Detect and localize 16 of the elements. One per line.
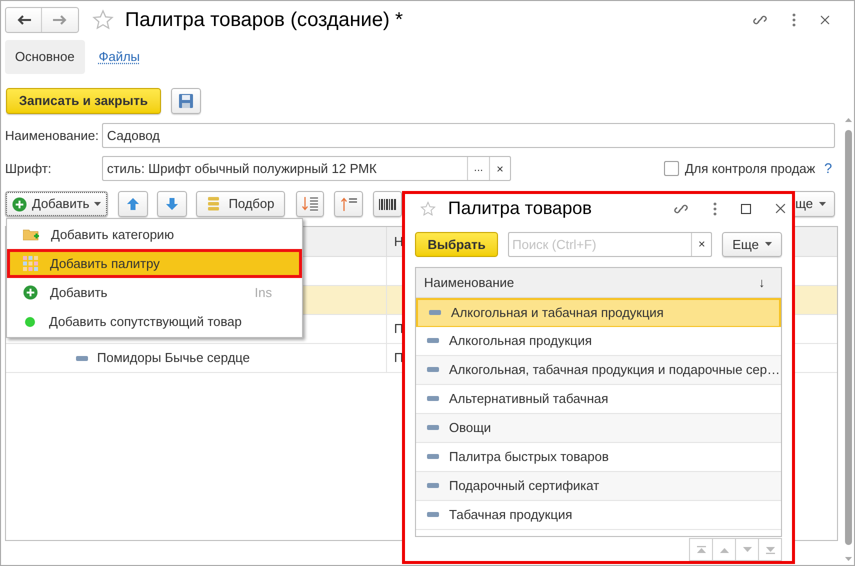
list-cell-text: Овощи: [449, 419, 492, 438]
list-cell-text: Алкогольная и табачная продукция: [451, 304, 664, 322]
list-cell-text: Альтернативный табачная: [449, 390, 608, 408]
field-label: Шрифт:: [5, 160, 52, 178]
window-title: Палитра товаров (создание) *: [125, 8, 403, 32]
palette-window-title: Палитра товаров: [448, 197, 592, 220]
sort-mark: ↓: [758, 274, 765, 292]
list-cell-text: Подарочный сертификат: [449, 477, 600, 496]
field-label: Наименование:: [5, 126, 100, 145]
list-cell-text: Палитра быстрых товаров: [449, 448, 609, 466]
shortcut-label: Ins: [254, 284, 272, 302]
list-cell-text: Табачная продукция: [449, 506, 572, 524]
table-cell-text: Помидоры Бычье сердце: [97, 349, 250, 368]
list-cell-text: Алкогольная, табачная продукция и подарочные сер…: [449, 361, 780, 380]
list-cell-text: Алкогольная продукция: [449, 332, 592, 350]
checkbox-label: Для контроля продаж: [684, 160, 816, 178]
